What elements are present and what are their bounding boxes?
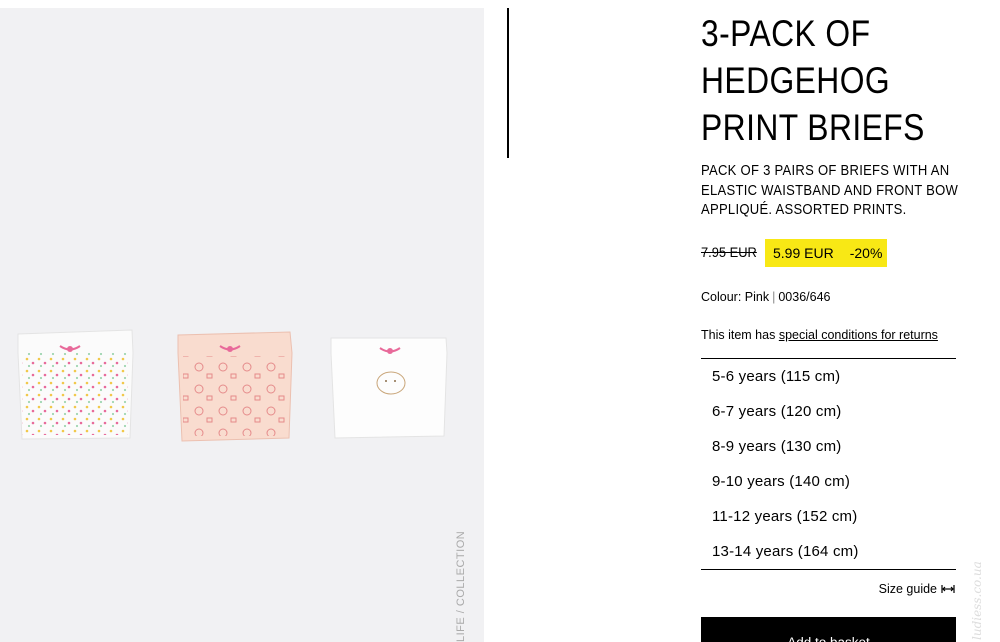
ruler-arrows-icon xyxy=(941,585,955,593)
product-description: PACK OF 3 PAIRS OF BRIEFS WITH AN ELASTI… xyxy=(701,163,959,218)
discount-percent: -20% xyxy=(849,245,883,261)
size-option[interactable]: 13-14 years (164 cm) xyxy=(712,543,859,560)
collection-tag-label: LIFE / COLLECTION xyxy=(455,530,467,642)
sale-price: 5.99 EUR xyxy=(773,245,834,261)
size-guide-link[interactable]: Size guide xyxy=(879,582,955,596)
title-line: HEDGEHOG xyxy=(701,60,891,101)
collection-tag: LIFE / COLLECTION xyxy=(455,531,469,642)
size-option[interactable]: 6-7 years (120 cm) xyxy=(712,403,841,420)
size-guide-label: Size guide xyxy=(878,582,937,596)
briefs-photo xyxy=(17,329,448,442)
old-price: 7.95 EUR xyxy=(701,244,757,260)
size-option[interactable]: 5-6 years (115 cm) xyxy=(712,368,840,385)
size-list: 5-6 years (115 cm) 6-7 years (120 cm) 8-… xyxy=(701,358,956,570)
size-option[interactable]: 9-10 years (140 cm) xyxy=(712,473,850,490)
vertical-divider xyxy=(507,8,509,158)
size-option[interactable]: 8-9 years (130 cm) xyxy=(712,438,841,455)
title-line: 3-PACK OF xyxy=(701,13,871,54)
watermark: ludiess.co.ua xyxy=(968,515,988,640)
product-image[interactable] xyxy=(0,8,484,642)
returns-conditions-link[interactable]: special conditions for returns xyxy=(779,328,938,342)
title-line: PRINT BRIEFS xyxy=(701,107,925,148)
add-to-basket-button[interactable]: Add to basket xyxy=(701,617,956,642)
size-option[interactable]: 11-12 years (152 cm) xyxy=(712,508,857,525)
colour-label: Colour: Pink xyxy=(701,290,770,304)
colour-code: 0036/646 xyxy=(778,290,831,304)
watermark-text: ludiess.co.ua xyxy=(970,561,984,640)
sale-price-badge: 5.99 EUR -20% xyxy=(765,239,887,267)
product-title: 3-PACK OF HEDGEHOG PRINT BRIEFS xyxy=(701,10,942,151)
returns-prefix: This item has xyxy=(701,328,776,342)
colour-info: Colour: Pink | 0036/646 xyxy=(701,290,830,304)
returns-notice: This item has special conditions for ret… xyxy=(701,328,938,342)
colour-separator: | xyxy=(772,290,776,304)
